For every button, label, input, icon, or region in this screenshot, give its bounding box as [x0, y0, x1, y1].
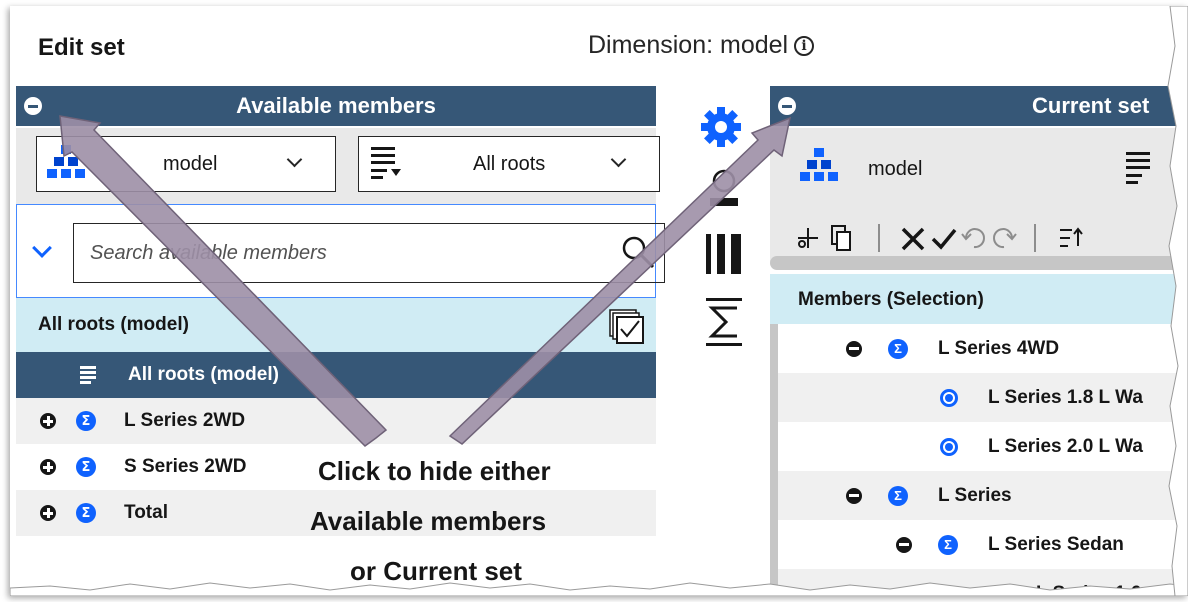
current-hierarchy-label: model [868, 158, 923, 180]
annotation-line-1: Click to hide either [318, 456, 551, 486]
info-icon[interactable]: i [794, 35, 815, 56]
list-item[interactable]: L Series 2.0 L Wa [778, 422, 1188, 471]
leaf-member-icon [940, 388, 958, 407]
expand-search-icon[interactable] [32, 238, 52, 258]
list-item[interactable]: Σ L Series Sedan [778, 520, 1188, 569]
expand-icon[interactable] [40, 413, 56, 429]
hierarchy-icon [47, 145, 87, 181]
annotation-line-3: or Current set [350, 556, 522, 586]
list-item-label: L Series Sedan [988, 533, 1124, 555]
toolbar-divider [878, 224, 880, 252]
user-icon[interactable] [704, 168, 744, 208]
sort-icon[interactable] [1058, 226, 1086, 250]
list-icon [80, 366, 102, 386]
dialog-title-bar: Edit set Dimension: model i [10, 6, 1188, 86]
current-set-header: Current set [770, 86, 1188, 126]
edit-set-dialog: Edit set Dimension: model i Available me… [10, 6, 1188, 596]
list-item-label: L Series 1.6 [1036, 582, 1142, 597]
list-item[interactable]: Σ L Series 2WD [16, 398, 656, 444]
sigma-icon: Σ [76, 457, 96, 477]
collapse-icon[interactable] [846, 487, 862, 504]
sigma-icon: Σ [938, 534, 958, 555]
list-item-label: L Series 2WD [124, 410, 246, 431]
roots-dropdown[interactable]: All roots [358, 136, 660, 192]
all-roots-label: All roots (model) [38, 314, 189, 335]
list-item-label: L Series [938, 484, 1012, 506]
list-item-label: L Series 4WD [938, 337, 1060, 359]
collapse-icon[interactable] [896, 536, 912, 553]
current-set-list: Σ L Series 4WD L Series 1.8 L Wa L Serie… [770, 324, 1188, 596]
expand-icon[interactable] [40, 459, 56, 475]
hierarchy-dropdown-value: model [163, 152, 218, 175]
list-item-label: L Series 1.8 L Wa [988, 386, 1143, 408]
members-column-label: Members (Selection) [798, 289, 984, 310]
undo-icon[interactable] [960, 226, 988, 250]
list-item[interactable]: All roots (model) [16, 352, 656, 398]
list-item-label: S Series 2WD [124, 456, 247, 477]
search-icon[interactable] [620, 234, 656, 270]
dimension-text: Dimension: model [588, 31, 789, 59]
current-set-title: Current set [1032, 93, 1150, 118]
copy-icon[interactable] [830, 224, 852, 252]
add-node-icon[interactable] [796, 226, 820, 250]
annotation-line-2: Available members [310, 506, 547, 536]
columns-icon[interactable] [704, 232, 744, 276]
search-box [73, 223, 665, 283]
available-members-header: Available members [16, 86, 656, 126]
available-selectors: model All roots [16, 128, 660, 204]
dimension-label: Dimension: model i [588, 31, 815, 60]
list-item-label: All roots (model) [128, 364, 279, 385]
hierarchy-icon [800, 148, 840, 184]
sigma-icon: Σ [888, 338, 908, 359]
list-item-label: Total [124, 502, 168, 523]
toolbar-divider [1034, 224, 1036, 252]
collapse-current-set-icon[interactable] [778, 97, 796, 115]
list-item[interactable]: Σ L Series 4WD [778, 324, 1188, 373]
roots-dropdown-value: All roots [473, 152, 546, 175]
current-set-selectors: model [770, 128, 1188, 218]
sigma-icon: Σ [888, 485, 908, 506]
all-roots-row[interactable]: All roots (model) [16, 298, 656, 352]
redo-icon[interactable] [990, 226, 1018, 250]
horizontal-scrollbar[interactable] [770, 256, 1188, 270]
chevron-down-icon [286, 151, 303, 168]
members-column-header: Members (Selection) [770, 274, 1188, 326]
sigma-summary-icon[interactable] [704, 296, 744, 348]
chevron-down-icon [610, 151, 627, 168]
list-item[interactable]: L Series 1.8 L Wa [778, 373, 1188, 422]
checkmark-icon[interactable] [930, 226, 958, 252]
list-filter-icon[interactable] [1126, 152, 1156, 186]
select-all-icon[interactable] [608, 308, 646, 346]
delete-icon[interactable] [900, 226, 926, 252]
collapse-icon[interactable] [846, 340, 862, 357]
sigma-icon: Σ [76, 411, 96, 431]
available-members-title: Available members [236, 93, 436, 118]
sigma-icon: Σ [76, 503, 96, 523]
list-item[interactable]: Σ L Series [778, 471, 1188, 520]
search-input[interactable] [88, 240, 572, 266]
gear-icon[interactable] [698, 104, 744, 150]
list-filter-icon [371, 147, 401, 181]
list-item[interactable]: L Series 1.6 [778, 569, 1188, 596]
expand-icon[interactable] [40, 505, 56, 521]
hierarchy-dropdown[interactable]: model [36, 136, 336, 192]
search-row [16, 204, 665, 298]
dialog-title: Edit set [38, 34, 125, 61]
list-item-label: L Series 2.0 L Wa [988, 435, 1143, 457]
leaf-member-icon [990, 584, 1008, 596]
leaf-member-icon [940, 437, 958, 456]
